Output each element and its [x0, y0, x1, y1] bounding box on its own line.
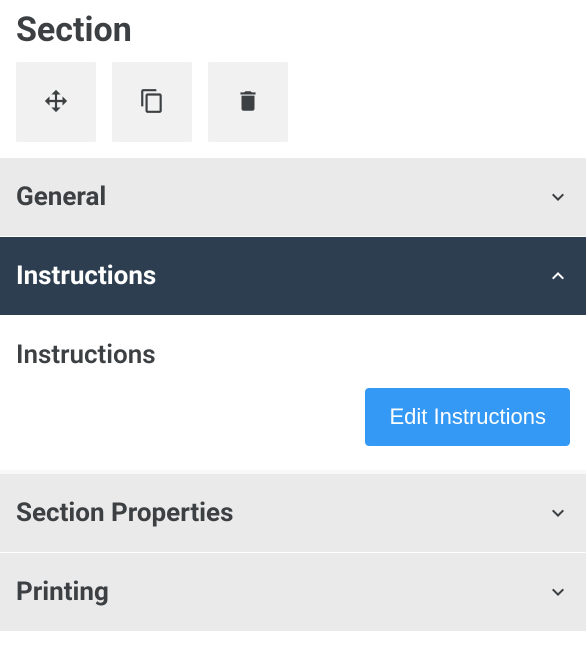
copy-button[interactable]: [112, 62, 192, 142]
move-icon: [43, 88, 69, 117]
panel-header-instructions[interactable]: Instructions: [0, 237, 586, 316]
delete-button[interactable]: [208, 62, 288, 142]
edit-instructions-button[interactable]: Edit Instructions: [365, 388, 570, 446]
chevron-down-icon: [546, 580, 570, 604]
panel-title-instructions: Instructions: [16, 261, 156, 291]
panel-title-printing: Printing: [16, 577, 109, 607]
move-button[interactable]: [16, 62, 96, 142]
edit-button-row: Edit Instructions: [16, 388, 570, 446]
instructions-subtitle: Instructions: [16, 340, 570, 370]
panel-header-section-properties[interactable]: Section Properties: [0, 474, 586, 553]
chevron-up-icon: [546, 264, 570, 288]
panel-title-general: General: [16, 182, 106, 212]
chevron-down-icon: [546, 501, 570, 525]
panel-header-general[interactable]: General: [0, 158, 586, 237]
toolbar: [0, 62, 586, 158]
accordion: General Instructions Instructions Edit I…: [0, 158, 586, 632]
panel-title-section-properties: Section Properties: [16, 498, 233, 528]
panel-header-printing[interactable]: Printing: [0, 553, 586, 632]
panel-body-instructions: Instructions Edit Instructions: [0, 316, 586, 470]
page-title: Section: [0, 0, 586, 62]
copy-icon: [139, 88, 165, 117]
trash-icon: [235, 88, 261, 117]
chevron-down-icon: [546, 185, 570, 209]
